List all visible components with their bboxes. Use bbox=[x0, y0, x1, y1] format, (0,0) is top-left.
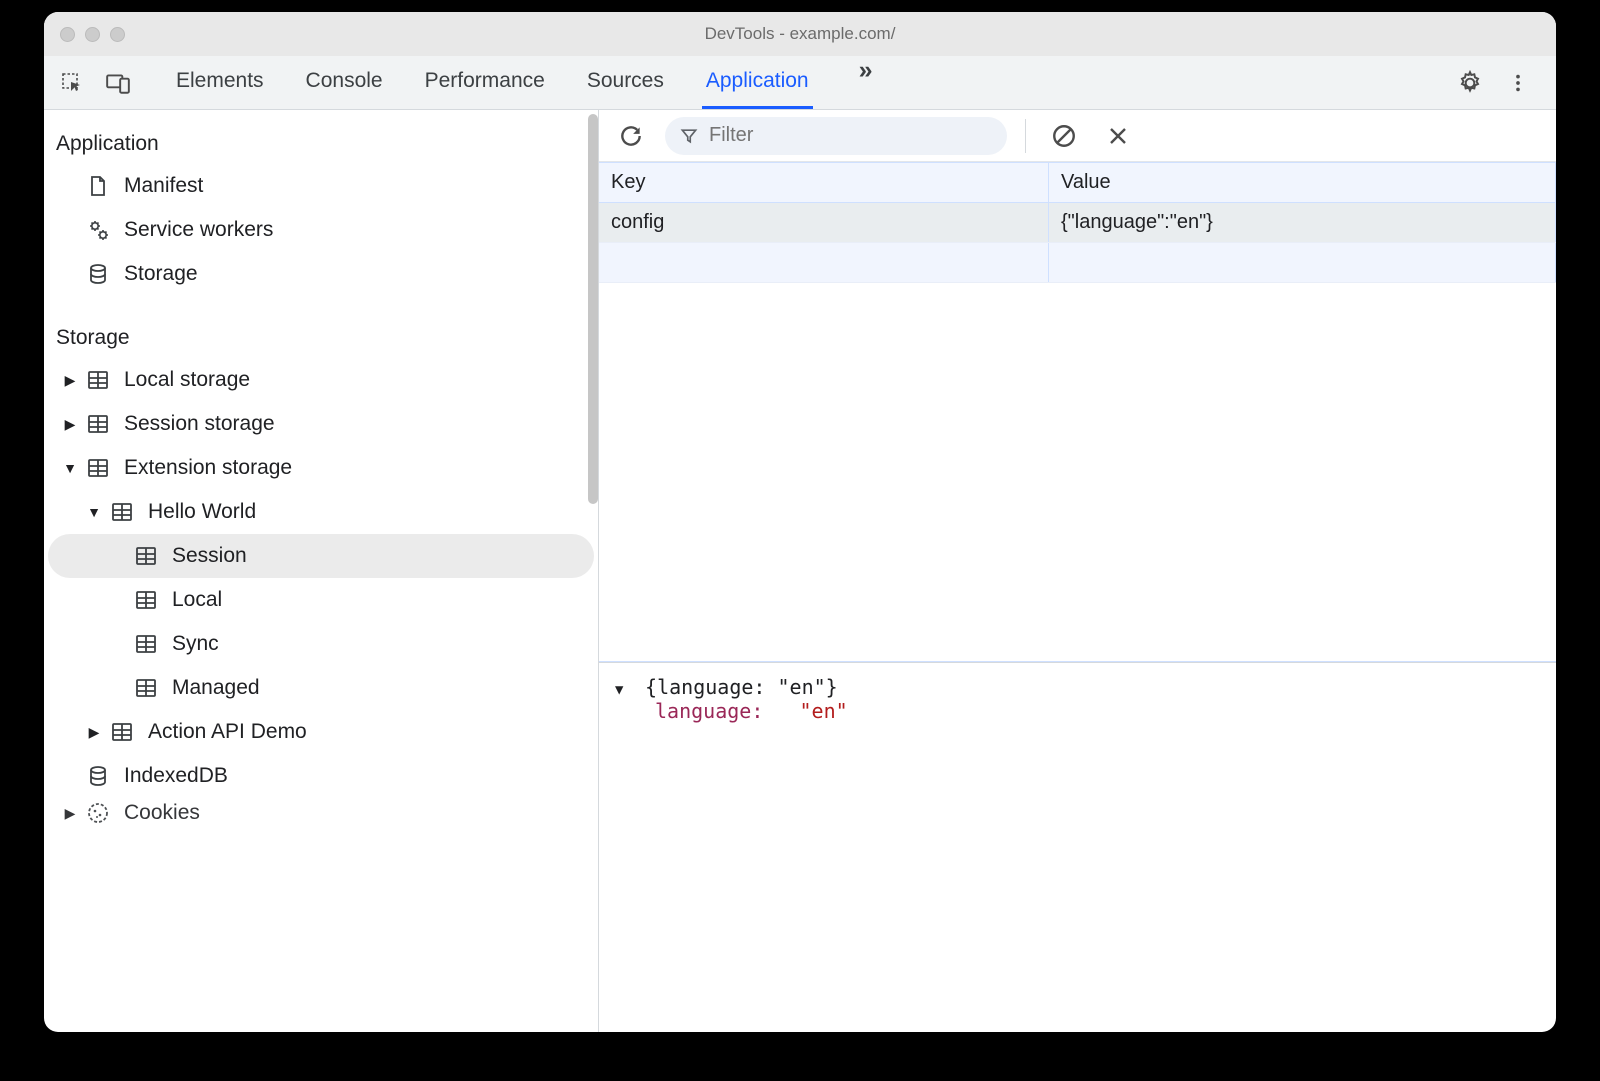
sidebar-item-label: Session bbox=[172, 544, 247, 568]
inspect-element-icon[interactable] bbox=[52, 63, 92, 103]
database-icon bbox=[84, 262, 112, 286]
filter-field[interactable] bbox=[665, 117, 1007, 155]
cookie-icon bbox=[84, 801, 112, 825]
sidebar-item-label: Service workers bbox=[124, 218, 273, 242]
chevron-down-icon[interactable]: ▼ bbox=[615, 682, 633, 698]
sidebar-item-sync[interactable]: Sync bbox=[48, 622, 594, 666]
divider bbox=[1025, 119, 1026, 153]
database-icon bbox=[84, 764, 112, 788]
storage-table: Key Value config {"language":"en"} bbox=[599, 162, 1556, 662]
sidebar-item-action-api-demo[interactable]: ▶ Action API Demo bbox=[48, 710, 594, 754]
sidebar-item-label: IndexedDB bbox=[124, 764, 228, 788]
filter-icon bbox=[679, 126, 699, 146]
section-title-application: Application bbox=[48, 126, 594, 164]
cell-key[interactable]: config bbox=[599, 203, 1049, 242]
sidebar-item-session-storage[interactable]: ▶ Session storage bbox=[48, 402, 594, 446]
application-sidebar[interactable]: Application Manifest Service workers Sto… bbox=[44, 110, 599, 1032]
titlebar: DevTools - example.com/ bbox=[44, 12, 1556, 56]
filter-input[interactable] bbox=[709, 124, 989, 147]
table-icon bbox=[84, 412, 112, 436]
cell-key[interactable] bbox=[599, 243, 1049, 282]
preview-value: "en" bbox=[800, 699, 848, 723]
sidebar-scrollbar[interactable] bbox=[588, 114, 598, 504]
traffic-lights bbox=[60, 27, 125, 42]
table-body: config {"language":"en"} bbox=[599, 203, 1556, 661]
tab-elements[interactable]: Elements bbox=[172, 56, 268, 109]
sidebar-item-label: Manifest bbox=[124, 174, 203, 198]
sidebar-item-label: Local storage bbox=[124, 368, 250, 392]
sidebar-item-label: Storage bbox=[124, 262, 198, 286]
table-icon bbox=[108, 720, 136, 744]
chevron-right-icon[interactable]: ▶ bbox=[60, 805, 80, 822]
section-title-storage: Storage bbox=[48, 320, 594, 358]
more-tabs-button[interactable]: » bbox=[847, 56, 885, 109]
sidebar-item-extension-storage[interactable]: ▼ Extension storage bbox=[48, 446, 594, 490]
table-row-empty[interactable] bbox=[599, 243, 1556, 283]
gears-icon bbox=[84, 218, 112, 242]
sidebar-item-label: Sync bbox=[172, 632, 219, 656]
chevron-right-icon[interactable]: ▶ bbox=[60, 416, 80, 433]
refresh-icon[interactable] bbox=[611, 116, 651, 156]
sidebar-item-label: Cookies bbox=[124, 801, 200, 825]
sidebar-item-local[interactable]: Local bbox=[48, 578, 594, 622]
value-preview: ▼ {language: "en"} language: "en" bbox=[599, 662, 1556, 1032]
sidebar-item-hello-world[interactable]: ▼ Hello World bbox=[48, 490, 594, 534]
preview-key: language: bbox=[655, 699, 763, 723]
cell-value[interactable] bbox=[1049, 243, 1556, 282]
table-header: Key Value bbox=[599, 163, 1556, 203]
tab-sources[interactable]: Sources bbox=[583, 56, 668, 109]
column-header-key[interactable]: Key bbox=[599, 163, 1049, 202]
tab-performance[interactable]: Performance bbox=[421, 56, 549, 109]
table-icon bbox=[84, 368, 112, 392]
tab-application[interactable]: Application bbox=[702, 56, 813, 109]
preview-summary: {language: "en"} bbox=[645, 675, 838, 699]
sidebar-item-label: Local bbox=[172, 588, 222, 612]
table-row[interactable]: config {"language":"en"} bbox=[599, 203, 1556, 243]
sidebar-item-label: Hello World bbox=[148, 500, 256, 524]
sidebar-item-label: Action API Demo bbox=[148, 720, 307, 744]
storage-toolbar bbox=[599, 110, 1556, 162]
tab-console[interactable]: Console bbox=[302, 56, 387, 109]
more-options-icon[interactable] bbox=[1498, 63, 1538, 103]
sidebar-item-label: Extension storage bbox=[124, 456, 292, 480]
table-icon bbox=[132, 588, 160, 612]
settings-icon[interactable] bbox=[1450, 63, 1490, 103]
sidebar-item-local-storage[interactable]: ▶ Local storage bbox=[48, 358, 594, 402]
sidebar-item-manifest[interactable]: Manifest bbox=[48, 164, 594, 208]
sidebar-item-label: Session storage bbox=[124, 412, 275, 436]
devtools-window: DevTools - example.com/ Elements Console… bbox=[44, 12, 1556, 1032]
zoom-window-button[interactable] bbox=[110, 27, 125, 42]
table-icon bbox=[108, 500, 136, 524]
sidebar-item-storage[interactable]: Storage bbox=[48, 252, 594, 296]
delete-selected-icon[interactable] bbox=[1098, 116, 1138, 156]
chevron-right-icon[interactable]: ▶ bbox=[84, 724, 104, 741]
panel-body: Application Manifest Service workers Sto… bbox=[44, 110, 1556, 1032]
sidebar-item-service-workers[interactable]: Service workers bbox=[48, 208, 594, 252]
minimize-window-button[interactable] bbox=[85, 27, 100, 42]
sidebar-item-cookies[interactable]: ▶ Cookies bbox=[48, 798, 594, 828]
storage-panel: Key Value config {"language":"en"} bbox=[599, 110, 1556, 1032]
table-icon bbox=[132, 676, 160, 700]
table-icon bbox=[84, 456, 112, 480]
panel-tabs: Elements Console Performance Sources App… bbox=[152, 56, 885, 109]
sidebar-item-label: Managed bbox=[172, 676, 260, 700]
preview-summary-row[interactable]: ▼ {language: "en"} bbox=[615, 675, 1540, 699]
sidebar-item-session[interactable]: Session bbox=[48, 534, 594, 578]
chevron-right-icon[interactable]: ▶ bbox=[60, 372, 80, 389]
table-icon bbox=[132, 632, 160, 656]
devtools-tabbar: Elements Console Performance Sources App… bbox=[44, 56, 1556, 110]
cell-value[interactable]: {"language":"en"} bbox=[1049, 203, 1556, 242]
device-toolbar-icon[interactable] bbox=[98, 63, 138, 103]
chevron-down-icon[interactable]: ▼ bbox=[84, 504, 104, 520]
file-icon bbox=[84, 174, 112, 198]
sidebar-item-indexeddb[interactable]: IndexedDB bbox=[48, 754, 594, 798]
table-icon bbox=[132, 544, 160, 568]
preview-property-row[interactable]: language: "en" bbox=[615, 699, 1540, 723]
column-header-value[interactable]: Value bbox=[1049, 163, 1556, 202]
clear-all-icon[interactable] bbox=[1044, 116, 1084, 156]
window-title: DevTools - example.com/ bbox=[44, 24, 1556, 44]
close-window-button[interactable] bbox=[60, 27, 75, 42]
chevron-down-icon[interactable]: ▼ bbox=[60, 460, 80, 476]
sidebar-item-managed[interactable]: Managed bbox=[48, 666, 594, 710]
